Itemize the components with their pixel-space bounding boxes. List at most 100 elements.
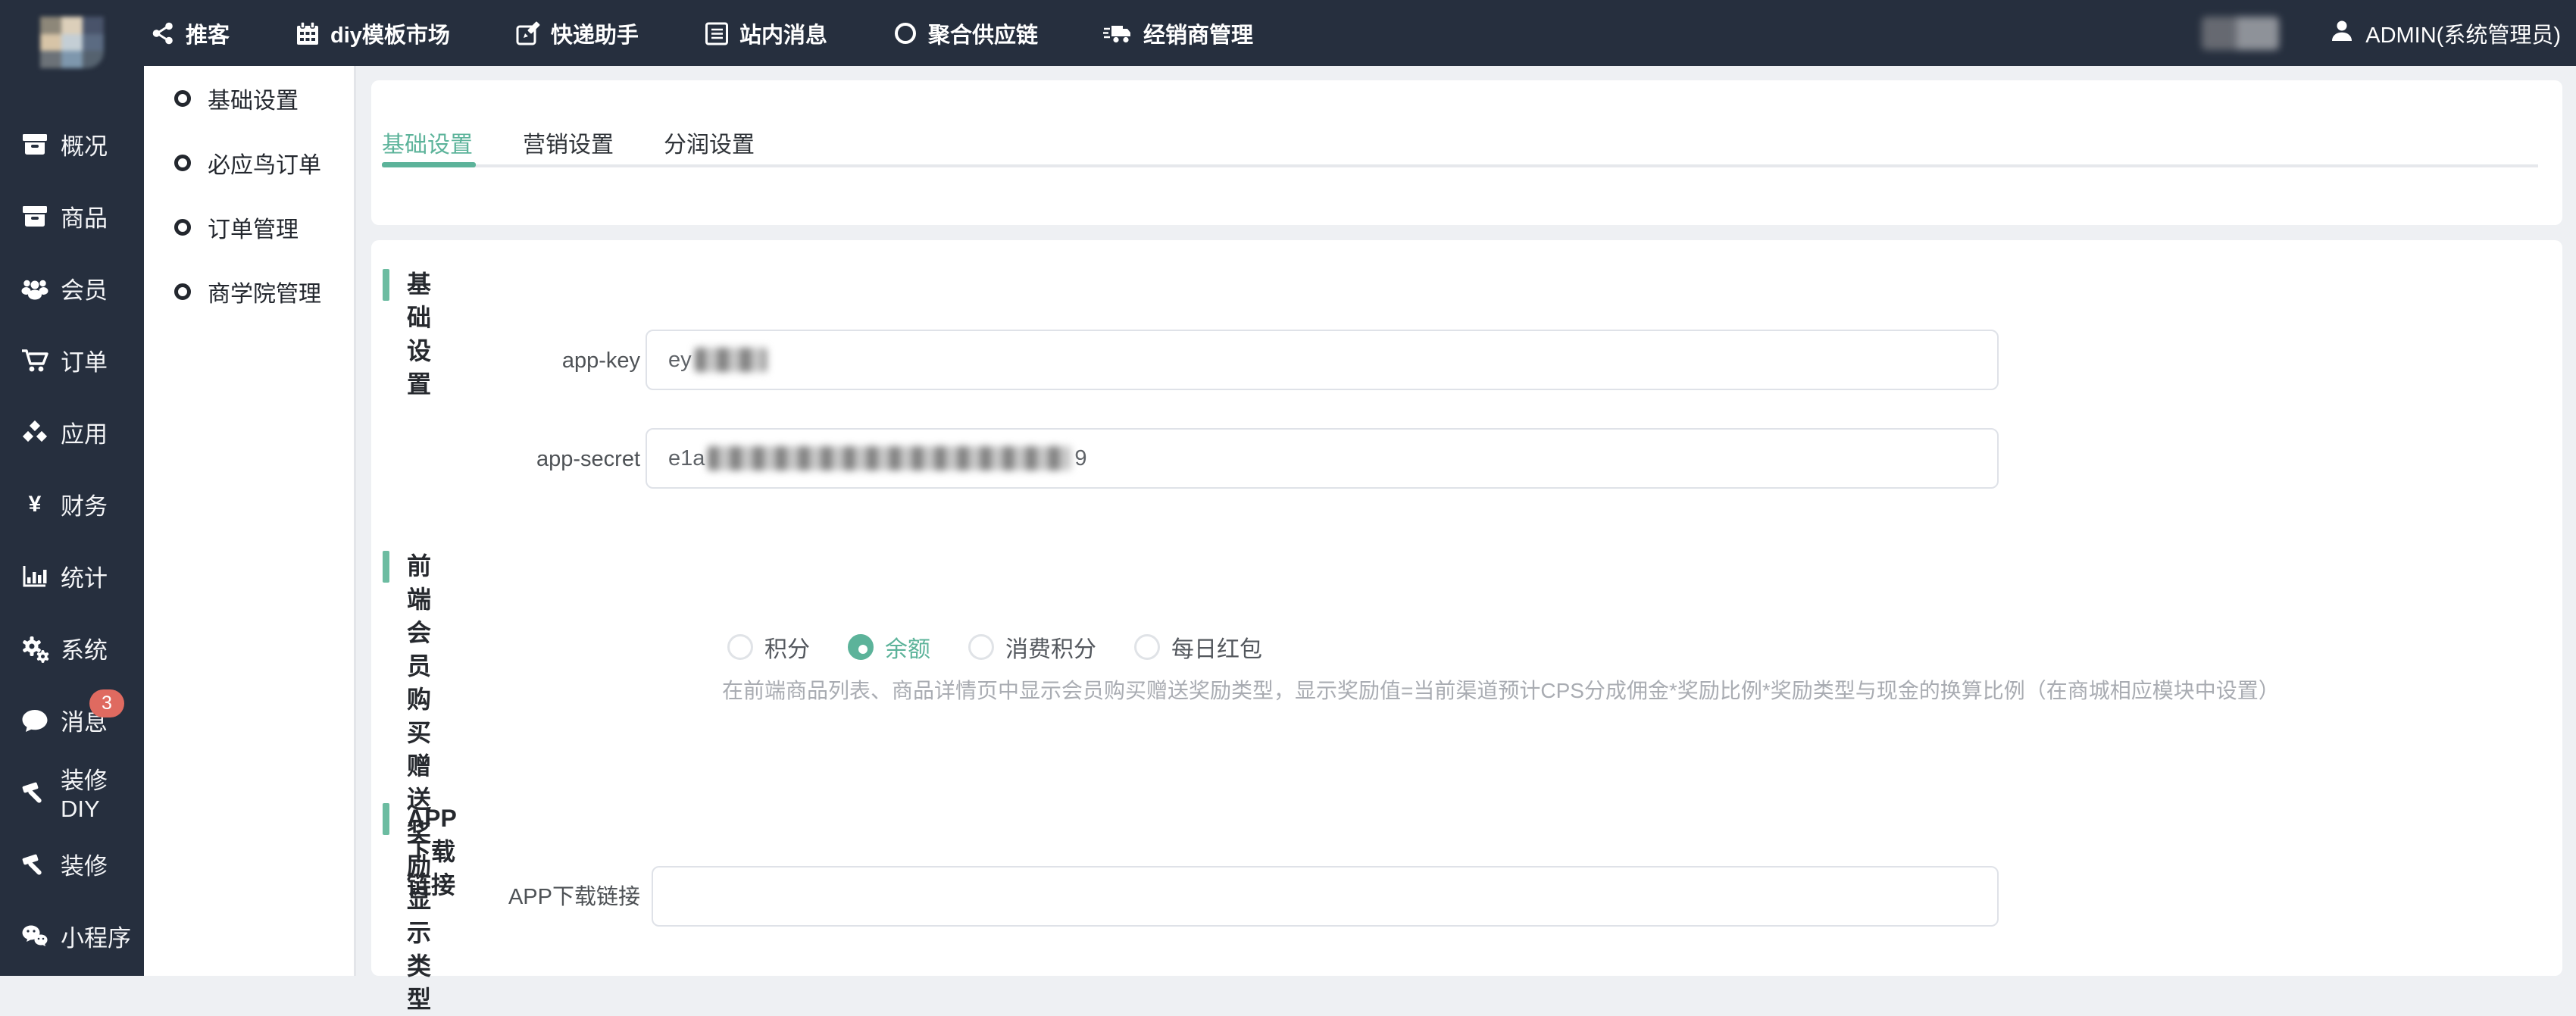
nav-item-diy-market[interactable]: diy模板市场 bbox=[295, 17, 450, 49]
app-download-label: APP下载链接 bbox=[371, 883, 640, 911]
share-icon bbox=[150, 20, 176, 46]
nav-item-dealer-management[interactable]: 经销商管理 bbox=[1103, 17, 1253, 49]
reward-help-text: 在前端商品列表、商品详情页中显示会员购买赠送奖励类型，显示奖励值=当前渠道预计C… bbox=[722, 677, 2280, 705]
calendar-icon bbox=[295, 20, 320, 46]
settings-tabs: 基础设置 营销设置 分润设置 bbox=[382, 120, 755, 165]
tabs-card: 基础设置 营销设置 分润设置 bbox=[371, 80, 2562, 225]
secondary-sidebar: 基础设置 必应鸟订单 订单管理 商学院管理 bbox=[144, 66, 356, 976]
sidebar-item-messages[interactable]: 消息 3 bbox=[0, 684, 144, 756]
nav-item-express-helper[interactable]: 快递助手 bbox=[515, 17, 639, 49]
nav-item-label: 快递助手 bbox=[551, 17, 639, 49]
circle-outline-icon bbox=[174, 283, 191, 300]
gavel-icon bbox=[20, 778, 49, 807]
app-key-value-prefix: ey bbox=[668, 348, 692, 373]
section-accent-bar bbox=[383, 551, 389, 583]
nav-item-label: 推客 bbox=[186, 17, 230, 49]
sidebar-item-decorate[interactable]: 装修 bbox=[0, 828, 144, 900]
top-nav-bar: 推客 diy模板市场 快递助手 站内消息 聚合供应链 经销商管理 ADMIN(系… bbox=[0, 0, 2576, 66]
sidebar-item-products[interactable]: 商品 bbox=[0, 180, 144, 252]
sidebar-item-orders[interactable]: 订单 bbox=[0, 324, 144, 396]
app-secret-value-suffix: 9 bbox=[1074, 446, 1086, 471]
wechat-icon bbox=[20, 922, 49, 951]
section-title: 基础设置 bbox=[407, 267, 431, 401]
sidebar-item-label: 商品 bbox=[61, 199, 108, 233]
sidebar-item-label: 装修 bbox=[61, 847, 108, 881]
sidebar-item-finance[interactable]: ¥ 财务 bbox=[0, 468, 144, 540]
section-accent-bar bbox=[383, 803, 389, 835]
submenu-item-order-management[interactable]: 订单管理 bbox=[144, 195, 354, 259]
comment-icon bbox=[20, 706, 49, 735]
chart-icon bbox=[20, 562, 49, 591]
app-secret-value-prefix: e1a bbox=[668, 446, 705, 471]
radio-consume-points[interactable]: 消费积分 bbox=[968, 630, 1096, 664]
redacted-shop-name bbox=[2202, 17, 2279, 50]
submenu-item-business-school[interactable]: 商学院管理 bbox=[144, 259, 354, 324]
app-secret-input[interactable]: e1a 9 bbox=[646, 428, 1999, 489]
nav-item-label: diy模板市场 bbox=[330, 17, 450, 49]
sidebar-item-label: 小程序 bbox=[61, 919, 131, 953]
submenu-item-label: 商学院管理 bbox=[208, 275, 321, 308]
reward-type-radio-group: 积分 余额 消费积分 每日红包 bbox=[727, 630, 1262, 664]
submenu-item-label: 订单管理 bbox=[208, 211, 299, 244]
box-icon bbox=[20, 202, 49, 231]
yen-icon: ¥ bbox=[20, 490, 49, 519]
active-tab-underline bbox=[382, 162, 476, 167]
truck-icon bbox=[1103, 20, 1133, 46]
nav-item-site-messages[interactable]: 站内消息 bbox=[704, 17, 827, 49]
radio-icon bbox=[968, 634, 994, 660]
primary-sidebar: 概况 商品 会员 订单 应用 ¥ 财务 统计 系统 bbox=[0, 0, 144, 976]
user-menu[interactable]: ADMIN(系统管理员) bbox=[2365, 17, 2561, 49]
sidebar-item-decorate-diy[interactable]: 装修DIY bbox=[0, 756, 144, 828]
submenu-item-bingniao-orders[interactable]: 必应鸟订单 bbox=[144, 130, 354, 195]
archive-icon bbox=[20, 130, 49, 159]
radio-points[interactable]: 积分 bbox=[727, 630, 810, 664]
app-key-input[interactable]: ey bbox=[646, 330, 1999, 390]
app-download-input[interactable] bbox=[652, 866, 1999, 927]
submenu-item-label: 基础设置 bbox=[208, 82, 299, 115]
circle-outline-icon bbox=[174, 219, 191, 236]
sidebar-item-label: 财务 bbox=[61, 487, 108, 521]
users-icon bbox=[20, 274, 49, 303]
radio-selected-icon bbox=[848, 634, 874, 660]
radio-balance[interactable]: 余额 bbox=[848, 630, 930, 664]
sidebar-item-applications[interactable]: 应用 bbox=[0, 396, 144, 468]
sidebar-item-system[interactable]: 系统 bbox=[0, 612, 144, 684]
gavel-icon bbox=[20, 850, 49, 879]
sidebar-item-overview[interactable]: 概况 bbox=[0, 108, 144, 180]
nav-user-area: ADMIN(系统管理员) bbox=[2202, 0, 2561, 66]
sidebar-item-label: 概况 bbox=[61, 127, 108, 161]
tab-track bbox=[382, 164, 2538, 167]
nav-item-promoter[interactable]: 推客 bbox=[150, 17, 230, 49]
radio-daily-redpacket[interactable]: 每日红包 bbox=[1134, 630, 1262, 664]
gears-icon bbox=[20, 634, 49, 663]
sidebar-item-label: 统计 bbox=[61, 559, 108, 593]
cubes-icon bbox=[20, 418, 49, 447]
user-icon bbox=[2329, 18, 2355, 48]
message-count-badge: 3 bbox=[89, 689, 124, 717]
sidebar-item-label: 会员 bbox=[61, 271, 108, 305]
sidebar-item-members[interactable]: 会员 bbox=[0, 252, 144, 324]
submenu-item-basic-settings[interactable]: 基础设置 bbox=[144, 66, 354, 130]
redacted-value-blur bbox=[708, 446, 1071, 470]
sidebar-item-label: 订单 bbox=[61, 343, 108, 377]
redacted-value-blur bbox=[695, 348, 767, 372]
cart-icon bbox=[20, 346, 49, 375]
sidebar-item-label: 系统 bbox=[61, 631, 108, 665]
radio-label: 每日红包 bbox=[1171, 630, 1262, 664]
list-icon bbox=[704, 20, 730, 46]
app-logo[interactable] bbox=[40, 17, 104, 68]
sidebar-item-statistics[interactable]: 统计 bbox=[0, 540, 144, 612]
circle-outline-icon bbox=[174, 155, 191, 171]
tab-marketing-settings[interactable]: 营销设置 bbox=[523, 120, 614, 165]
nav-item-supply-chain[interactable]: 聚合供应链 bbox=[893, 17, 1038, 49]
svg-text:¥: ¥ bbox=[29, 492, 42, 517]
tab-basic-settings[interactable]: 基础设置 bbox=[382, 120, 473, 165]
nav-item-label: 站内消息 bbox=[739, 17, 827, 49]
nav-item-label: 聚合供应链 bbox=[928, 17, 1038, 49]
section-title: 前端会员购买赠送奖励显示类型 bbox=[407, 549, 431, 1016]
app-secret-label: app-secret bbox=[371, 445, 640, 474]
sidebar-item-mini-program[interactable]: 小程序 bbox=[0, 900, 144, 972]
circle-outline-icon bbox=[174, 90, 191, 107]
sidebar-menu: 概况 商品 会员 订单 应用 ¥ 财务 统计 系统 bbox=[0, 108, 144, 972]
tab-profit-settings[interactable]: 分润设置 bbox=[664, 120, 755, 165]
